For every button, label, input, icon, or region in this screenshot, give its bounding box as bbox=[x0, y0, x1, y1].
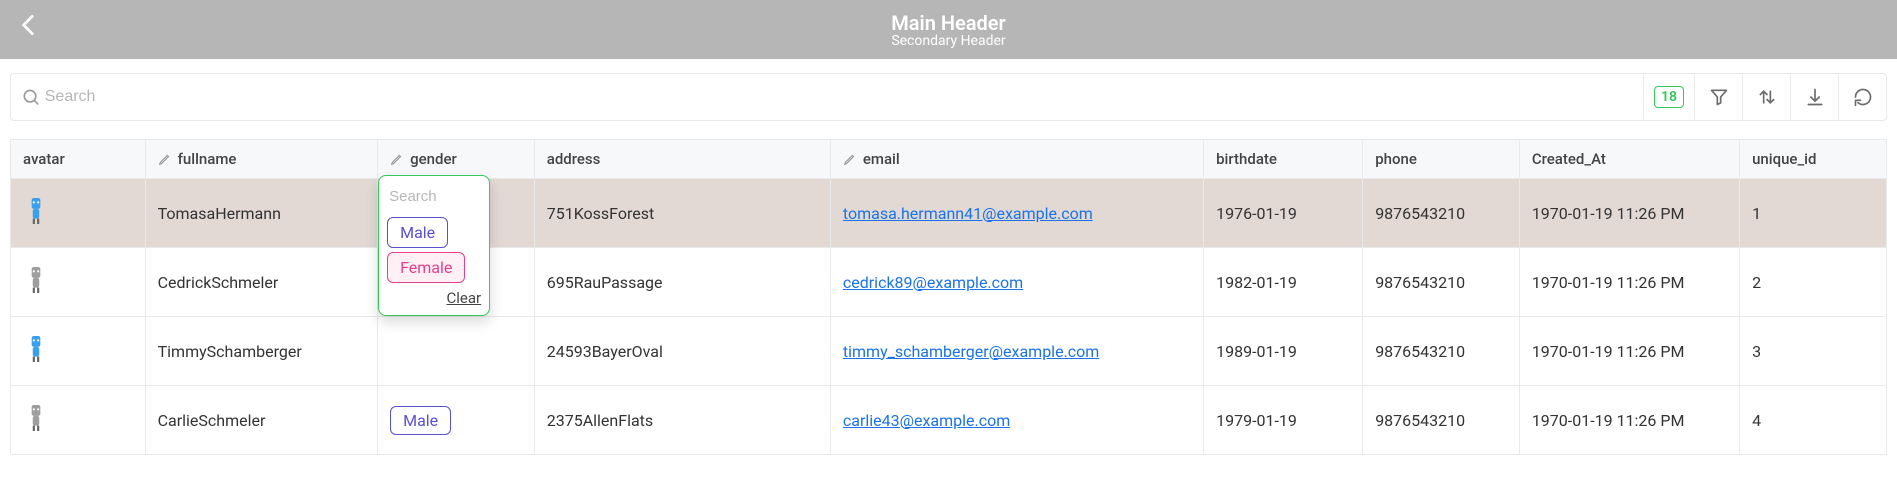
col-birthdate[interactable]: birthdate bbox=[1204, 140, 1363, 179]
cell-created-at: 1970-01-19 11:26 PM bbox=[1519, 179, 1739, 248]
search-icon bbox=[21, 87, 41, 107]
col-fullname[interactable]: fullname bbox=[145, 140, 378, 179]
cell-email: tomasa.hermann41@example.com bbox=[830, 179, 1203, 248]
data-table: avatar fullname gender address email bir… bbox=[10, 139, 1887, 455]
cell-created-at: 1970-01-19 11:26 PM bbox=[1519, 248, 1739, 317]
cell-phone: 9876543210 bbox=[1363, 317, 1520, 386]
cell-address: 695RauPassage bbox=[534, 248, 830, 317]
cell-address: 751KossForest bbox=[534, 179, 830, 248]
table-row[interactable]: TimmySchamberger 24593BayerOval timmy_sc… bbox=[11, 317, 1887, 386]
cell-created-at: 1970-01-19 11:26 PM bbox=[1519, 386, 1739, 455]
app-header: Main Header Secondary Header bbox=[0, 0, 1897, 59]
avatar bbox=[11, 248, 146, 317]
cell-created-at: 1970-01-19 11:26 PM bbox=[1519, 317, 1739, 386]
col-gender[interactable]: gender bbox=[378, 140, 535, 179]
email-link[interactable]: cedrick89@example.com bbox=[843, 273, 1023, 292]
pencil-icon bbox=[390, 152, 404, 166]
cell-phone: 9876543210 bbox=[1363, 248, 1520, 317]
cell-address: 24593BayerOval bbox=[534, 317, 830, 386]
dropdown-search-input[interactable] bbox=[387, 186, 481, 213]
cell-unique-id: 4 bbox=[1740, 386, 1887, 455]
cell-gender[interactable]: Male Female Clear bbox=[378, 179, 535, 248]
gender-pill: Male bbox=[390, 406, 451, 435]
filter-icon bbox=[1709, 87, 1729, 107]
dropdown-clear[interactable]: Clear bbox=[387, 289, 481, 307]
email-link[interactable]: tomasa.hermann41@example.com bbox=[843, 204, 1093, 223]
search-input[interactable] bbox=[41, 82, 1633, 112]
cell-unique-id: 2 bbox=[1740, 248, 1887, 317]
email-link[interactable]: carlie43@example.com bbox=[843, 411, 1010, 430]
col-unique-id[interactable]: unique_id bbox=[1740, 140, 1887, 179]
table-header-row: avatar fullname gender address email bir… bbox=[11, 140, 1887, 179]
cell-unique-id: 1 bbox=[1740, 179, 1887, 248]
pencil-icon bbox=[158, 152, 172, 166]
pencil-icon bbox=[843, 152, 857, 166]
filter-button[interactable] bbox=[1694, 74, 1742, 120]
email-link[interactable]: timmy_schamberger@example.com bbox=[843, 342, 1099, 361]
cell-email: cedrick89@example.com bbox=[830, 248, 1203, 317]
download-button[interactable] bbox=[1790, 74, 1838, 120]
toolbar: 18 bbox=[10, 73, 1887, 121]
avatar bbox=[11, 386, 146, 455]
col-phone[interactable]: phone bbox=[1363, 140, 1520, 179]
avatar bbox=[11, 179, 146, 248]
gender-dropdown: Male Female Clear bbox=[378, 175, 490, 316]
col-address[interactable]: address bbox=[534, 140, 830, 179]
col-email[interactable]: email bbox=[830, 140, 1203, 179]
sort-icon bbox=[1757, 87, 1777, 107]
col-created-at[interactable]: Created_At bbox=[1519, 140, 1739, 179]
avatar bbox=[11, 317, 146, 386]
cell-birthdate: 1989-01-19 bbox=[1204, 317, 1363, 386]
row-count-badge-box: 18 bbox=[1643, 74, 1694, 120]
row-count-badge: 18 bbox=[1654, 86, 1684, 108]
cell-email: timmy_schamberger@example.com bbox=[830, 317, 1203, 386]
cell-unique-id: 3 bbox=[1740, 317, 1887, 386]
download-icon bbox=[1805, 87, 1825, 107]
page-title: Main Header bbox=[0, 11, 1897, 35]
chevron-left-icon bbox=[16, 12, 42, 38]
page-subtitle: Secondary Header bbox=[0, 33, 1897, 49]
table-row[interactable]: CedrickSchmeler 695RauPassage cedrick89@… bbox=[11, 248, 1887, 317]
cell-gender[interactable]: Male bbox=[378, 386, 535, 455]
cell-gender[interactable] bbox=[378, 317, 535, 386]
table-row[interactable]: TomasaHermann Male Female Clear 751KossF… bbox=[11, 179, 1887, 248]
refresh-icon bbox=[1853, 87, 1873, 107]
option-female[interactable]: Female bbox=[387, 252, 465, 283]
back-button[interactable] bbox=[14, 10, 44, 40]
cell-address: 2375AllenFlats bbox=[534, 386, 830, 455]
cell-birthdate: 1982-01-19 bbox=[1204, 248, 1363, 317]
table-row[interactable]: CarlieSchmeler Male 2375AllenFlats carli… bbox=[11, 386, 1887, 455]
sort-button[interactable] bbox=[1742, 74, 1790, 120]
col-avatar[interactable]: avatar bbox=[11, 140, 146, 179]
cell-fullname: CarlieSchmeler bbox=[145, 386, 378, 455]
cell-fullname: TomasaHermann bbox=[145, 179, 378, 248]
cell-birthdate: 1979-01-19 bbox=[1204, 386, 1363, 455]
option-male[interactable]: Male bbox=[387, 217, 448, 248]
cell-phone: 9876543210 bbox=[1363, 386, 1520, 455]
cell-email: carlie43@example.com bbox=[830, 386, 1203, 455]
cell-fullname: CedrickSchmeler bbox=[145, 248, 378, 317]
cell-birthdate: 1976-01-19 bbox=[1204, 179, 1363, 248]
cell-phone: 9876543210 bbox=[1363, 179, 1520, 248]
refresh-button[interactable] bbox=[1838, 74, 1886, 120]
cell-fullname: TimmySchamberger bbox=[145, 317, 378, 386]
